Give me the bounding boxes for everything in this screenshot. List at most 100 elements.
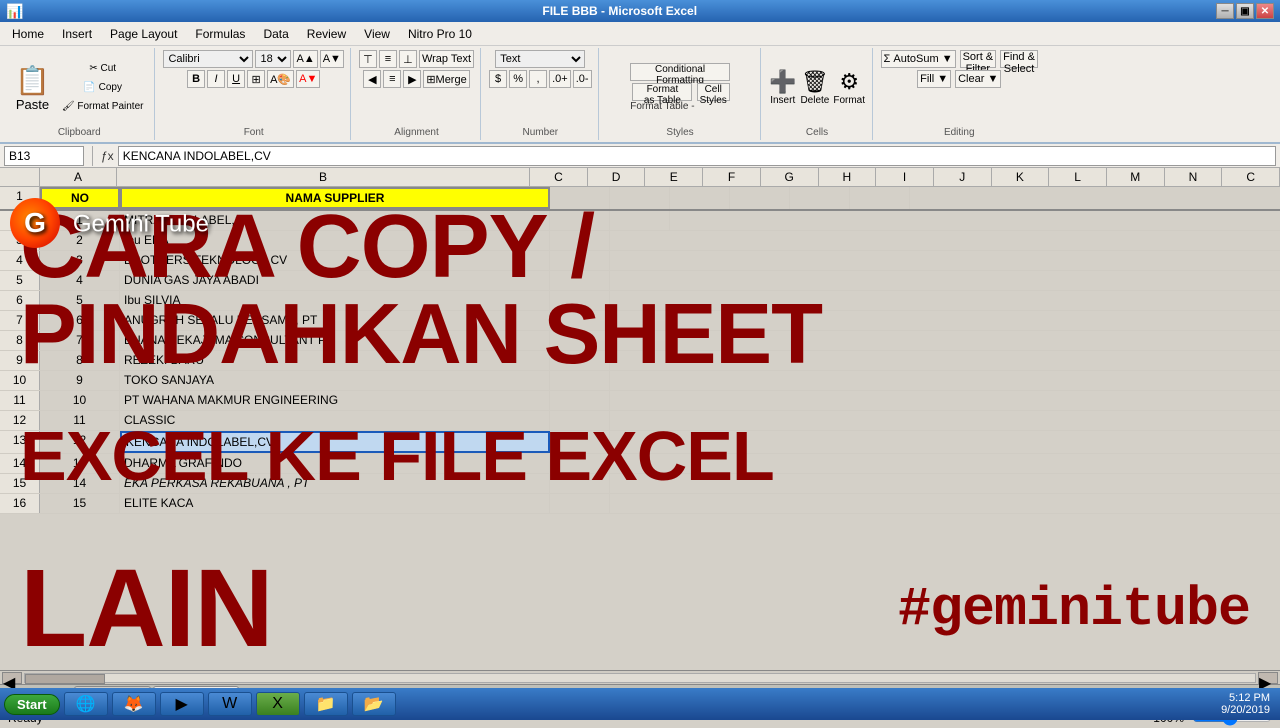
find-select-button[interactable]: Find &Select — [1000, 50, 1038, 68]
cell-b16[interactable]: ELITE KACA — [120, 494, 550, 513]
taskbar-folder2-button[interactable]: 📂 — [352, 692, 396, 716]
copy-button[interactable]: 📄 Copy — [57, 79, 149, 96]
align-right-button[interactable]: ▶ — [403, 70, 421, 88]
cell-b15[interactable]: EKA PERKASA REKABUANA , PT — [120, 474, 550, 493]
autosum-button[interactable]: Σ AutoSum ▼ — [881, 50, 956, 68]
col-header-f[interactable]: F — [703, 168, 761, 186]
cell-a11[interactable]: 10 — [40, 391, 120, 410]
cell-c2[interactable] — [550, 211, 610, 230]
cell-a12[interactable]: 11 — [40, 411, 120, 430]
cell-f1[interactable] — [730, 187, 790, 209]
formula-input[interactable] — [118, 146, 1276, 166]
align-bottom-button[interactable]: ⊥ — [399, 50, 417, 68]
format-as-table-button[interactable]: Formatas Table — [632, 83, 692, 101]
cell-c12[interactable] — [550, 411, 610, 430]
conditional-formatting-button[interactable]: ConditionalFormatting — [630, 63, 730, 81]
col-header-n[interactable]: N — [1165, 168, 1223, 186]
cell-g1[interactable] — [790, 187, 850, 209]
cell-a16[interactable]: 15 — [40, 494, 120, 513]
menu-view[interactable]: View — [356, 25, 398, 43]
cell-b11[interactable]: PT WAHANA MAKMUR ENGINEERING — [120, 391, 550, 410]
cell-c15[interactable] — [550, 474, 610, 493]
scroll-thumb[interactable] — [25, 674, 105, 684]
font-family-select[interactable]: Calibri — [163, 50, 253, 68]
menu-insert[interactable]: Insert — [54, 25, 100, 43]
cell-b8[interactable]: BUANA REKAJAMA CONSULTANT PT — [120, 331, 550, 350]
cell-b13[interactable]: KENCANA INDOLABEL,CV — [120, 431, 550, 453]
col-header-o[interactable]: C — [1222, 168, 1280, 186]
scroll-left-button[interactable]: ◀ — [2, 672, 22, 684]
col-header-e[interactable]: E — [645, 168, 703, 186]
cell-h1[interactable] — [850, 187, 910, 209]
col-header-l[interactable]: L — [1049, 168, 1107, 186]
cell-a4[interactable]: 3 — [40, 251, 120, 270]
cell-c9[interactable] — [550, 351, 610, 370]
cell-c13[interactable] — [550, 431, 610, 453]
bold-button[interactable]: B — [187, 70, 205, 88]
col-header-b[interactable]: B — [117, 168, 530, 186]
close-button[interactable]: ✕ — [1256, 3, 1274, 19]
cell-c5[interactable] — [550, 271, 610, 290]
col-header-i[interactable]: I — [876, 168, 934, 186]
taskbar-folder1-button[interactable]: 📁 — [304, 692, 348, 716]
horizontal-scrollbar[interactable]: ◀ ▶ — [0, 670, 1280, 684]
align-center-button[interactable]: ≡ — [383, 70, 401, 88]
taskbar-word-button[interactable]: W — [208, 692, 252, 716]
col-header-g[interactable]: G — [761, 168, 819, 186]
increase-decimal-button[interactable]: .0+ — [549, 70, 571, 88]
menu-nitro[interactable]: Nitro Pro 10 — [400, 25, 480, 43]
cell-a14[interactable]: 13 — [40, 454, 120, 473]
scroll-right-button[interactable]: ▶ — [1258, 672, 1278, 684]
font-shrink-button[interactable]: A▼ — [320, 50, 344, 68]
comma-button[interactable]: , — [529, 70, 547, 88]
cell-c8[interactable] — [550, 331, 610, 350]
menu-review[interactable]: Review — [299, 25, 354, 43]
taskbar-ie-button[interactable]: 🌐 — [64, 692, 108, 716]
cell-a3[interactable]: 2 — [40, 231, 120, 250]
start-button[interactable]: Start — [4, 694, 60, 715]
cell-a13[interactable]: 12 — [40, 431, 120, 453]
cell-c7[interactable] — [550, 311, 610, 330]
fill-color-button[interactable]: A🎨 — [267, 70, 294, 88]
cell-a2[interactable]: 1 — [40, 211, 120, 230]
cell-reference-input[interactable] — [4, 146, 84, 166]
cell-b7[interactable]: ANUGRAH SELALU BERSAMA, PT — [120, 311, 550, 330]
paste-button[interactable]: 📋 Paste — [10, 61, 55, 115]
fill-button[interactable]: Fill ▼ — [917, 70, 951, 88]
wrap-text-button[interactable]: Wrap Text — [419, 50, 474, 68]
cell-b1[interactable]: NAMA SUPPLIER — [120, 187, 550, 209]
restore-button[interactable]: ▣ — [1236, 3, 1254, 19]
format-painter-button[interactable]: 🖌 Format Painter — [57, 98, 149, 115]
cell-a9[interactable]: 8 — [40, 351, 120, 370]
cell-c14[interactable] — [550, 454, 610, 473]
font-color-button[interactable]: A▼ — [296, 70, 320, 88]
menu-data[interactable]: Data — [255, 25, 296, 43]
font-size-select[interactable]: 18 — [255, 50, 291, 68]
taskbar-media-button[interactable]: ▶ — [160, 692, 204, 716]
cell-b5[interactable]: DUNIA GAS JAYA ABADI — [120, 271, 550, 290]
col-header-j[interactable]: J — [934, 168, 992, 186]
cell-c3[interactable] — [550, 231, 610, 250]
cell-b12[interactable]: CLASSIC — [120, 411, 550, 430]
col-header-a[interactable]: A — [40, 168, 117, 186]
col-header-m[interactable]: M — [1107, 168, 1165, 186]
cell-c16[interactable] — [550, 494, 610, 513]
merge-center-button[interactable]: ⊞Merge — [423, 70, 469, 88]
menu-page-layout[interactable]: Page Layout — [102, 25, 185, 43]
cell-a7[interactable]: 6 — [40, 311, 120, 330]
border-button[interactable]: ⊞ — [247, 70, 265, 88]
cell-b3[interactable]: Ibu ENA — [120, 231, 550, 250]
cell-c11[interactable] — [550, 391, 610, 410]
cell-b6[interactable]: Ibu SILVIA — [120, 291, 550, 310]
cell-a6[interactable]: 5 — [40, 291, 120, 310]
cell-d1[interactable] — [610, 187, 670, 209]
col-header-d[interactable]: D — [588, 168, 646, 186]
cell-c1[interactable] — [550, 187, 610, 209]
cell-a1[interactable]: NO — [40, 187, 120, 209]
window-controls[interactable]: ─ ▣ ✕ — [1216, 3, 1274, 19]
cell-e1[interactable] — [670, 187, 730, 209]
align-middle-button[interactable]: ≡ — [379, 50, 397, 68]
number-format-select[interactable]: Text — [495, 50, 585, 68]
clear-button[interactable]: Clear ▼ — [955, 70, 1001, 88]
col-header-k[interactable]: K — [992, 168, 1050, 186]
